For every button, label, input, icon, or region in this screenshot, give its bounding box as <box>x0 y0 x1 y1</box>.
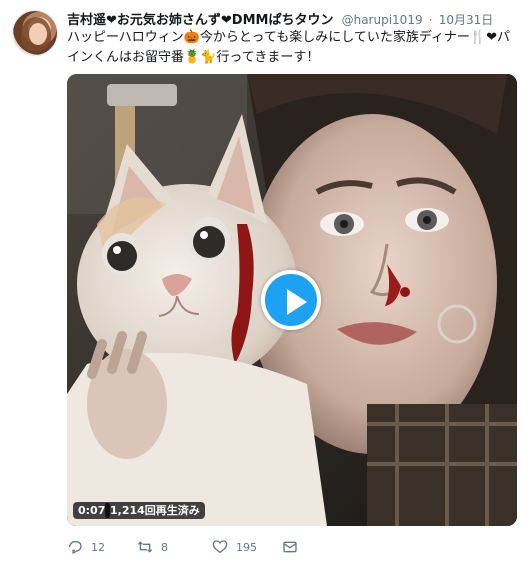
avatar-face-shape <box>29 23 47 45</box>
tweet-actions: 12 8 195 <box>67 538 517 556</box>
user-avatar[interactable] <box>12 10 58 56</box>
tweet-timestamp[interactable]: 10月31日 <box>439 13 494 27</box>
like-count: 195 <box>236 540 257 554</box>
direct-message-button[interactable] <box>282 538 306 556</box>
user-handle[interactable]: @harupi1019 <box>342 13 423 27</box>
retweet-button[interactable]: 8 <box>137 538 168 556</box>
video-player[interactable]: 0:07 1,214回再生済み <box>67 74 517 526</box>
header-separator: · <box>428 13 433 27</box>
video-view-count: 1,214回再生済み <box>105 502 205 519</box>
tweet-card[interactable]: 吉村遥❤お元気お姉さんず❤DMMぱちタウン @harupi1019 · 10月3… <box>0 0 530 562</box>
reply-count: 12 <box>91 540 105 554</box>
reply-icon <box>69 541 82 554</box>
like-button[interactable]: 195 <box>212 538 257 556</box>
play-icon <box>287 289 307 315</box>
tweet-text: ハッピーハロウィン🎃今からとっても楽しみにしていた家族ディナー🍴❤パインくんはお… <box>67 30 511 65</box>
like-icon <box>212 540 228 554</box>
retweet-icon <box>137 541 153 553</box>
play-button[interactable] <box>261 270 321 330</box>
message-icon <box>283 541 297 553</box>
display-name[interactable]: 吉村遥❤お元気お姉さんず❤DMMぱちタウン <box>67 13 333 28</box>
retweet-count: 8 <box>161 540 168 554</box>
reply-button[interactable]: 12 <box>67 538 105 556</box>
